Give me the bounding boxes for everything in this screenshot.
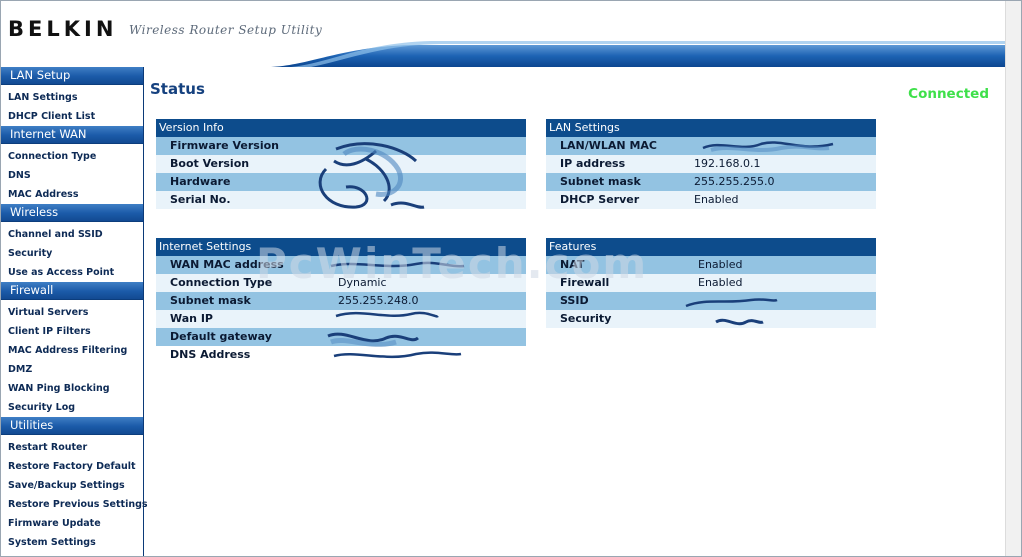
help-link[interactable]: Help [715, 86, 744, 101]
row-label: IP address [560, 157, 626, 170]
sidebar-item-dhcp-client-list[interactable]: DHCP Client List [1, 107, 143, 126]
sidebar-item-client-ip-filters[interactable]: Client IP Filters [1, 322, 143, 341]
logout-link[interactable]: Logout [752, 86, 795, 101]
row-label: Subnet mask [170, 294, 251, 307]
redaction-scribble [702, 141, 834, 152]
sidebar-item-security[interactable]: Security [1, 244, 143, 263]
header-nav: Home |Help |Logout Internet Status:Conne… [669, 86, 989, 102]
belkin-logo: BELKIN [8, 17, 118, 41]
sidebar-section-wireless: Wireless [1, 204, 143, 222]
sidebar-item-restart-router[interactable]: Restart Router [1, 438, 143, 457]
app-tagline: Wireless Router Setup Utility [129, 23, 323, 37]
sidebar-section-utilities: Utilities [1, 417, 143, 435]
header-banner: Home |Help |Logout Internet Status:Conne… [271, 41, 1005, 102]
row-label: Default gateway [170, 330, 272, 343]
row-label: Serial No. [170, 193, 231, 206]
header: BELKIN Wireless Router Setup Utility Hom… [1, 1, 1005, 102]
sidebar-item-security-log[interactable]: Security Log [1, 398, 143, 417]
row-label: Wan IP [170, 312, 213, 325]
row-label: DHCP Server [560, 193, 640, 206]
sidebar-item-restore-factory[interactable]: Restore Factory Default [1, 457, 143, 476]
vertical-scrollbar[interactable] [1005, 1, 1021, 556]
sidebar-item-channel-ssid[interactable]: Channel and SSID [1, 225, 143, 244]
row-value: Enabled [694, 193, 739, 206]
row-label: DNS Address [170, 348, 251, 361]
watermark: PcWinTech.com [256, 239, 649, 288]
sidebar-item-access-point[interactable]: Use as Access Point [1, 263, 143, 282]
row-label: LAN/WLAN MAC [560, 139, 657, 152]
row-value: Enabled [698, 276, 743, 289]
table-row: Subnet mask 255.255.255.0 [546, 173, 876, 191]
row-value: Enabled [698, 258, 743, 271]
table-row: DHCP Server Enabled [546, 191, 876, 209]
redaction-scribble [685, 298, 778, 326]
sidebar-item-system-settings[interactable]: System Settings [1, 533, 143, 552]
table-row: IP address 192.168.0.1 [546, 155, 876, 173]
panel-title: LAN Settings [546, 119, 876, 137]
row-label: Security [560, 312, 612, 325]
row-value: 192.168.0.1 [694, 157, 761, 170]
sidebar-item-mac-filtering[interactable]: MAC Address Filtering [1, 341, 143, 360]
redaction-scribble [318, 142, 425, 209]
sidebar-item-save-backup[interactable]: Save/Backup Settings [1, 476, 143, 495]
panel-title: Version Info [156, 119, 526, 137]
sidebar: LAN Setup LAN Settings DHCP Client List … [1, 67, 148, 556]
lan-settings-panel: LAN Settings LAN/WLAN MAC IP address 192.… [546, 119, 876, 209]
sidebar-item-mac-address[interactable]: MAC Address [1, 185, 143, 204]
row-label: Firmware Version [170, 139, 279, 152]
internet-status-value: Connected [908, 86, 989, 102]
sidebar-item-dns[interactable]: DNS [1, 166, 143, 185]
sidebar-item-lan-settings[interactable]: LAN Settings [1, 88, 143, 107]
row-label: Subnet mask [560, 175, 641, 188]
sidebar-item-firmware-update[interactable]: Firmware Update [1, 514, 143, 533]
row-label: Boot Version [170, 157, 250, 170]
sidebar-item-connection-type[interactable]: Connection Type [1, 147, 143, 166]
sidebar-item-virtual-servers[interactable]: Virtual Servers [1, 303, 143, 322]
internet-status-label: Internet Status: [810, 86, 909, 101]
home-link[interactable]: Home [670, 86, 707, 101]
sidebar-section-firewall: Firewall [1, 282, 143, 300]
version-info-panel: Version Info Firmware Version Boot Versi… [156, 119, 526, 209]
row-label: SSID [560, 294, 589, 307]
sidebar-section-internet-wan: Internet WAN [1, 126, 143, 144]
sidebar-item-restore-previous[interactable]: Restore Previous Settings [1, 495, 148, 514]
router-admin-window: BELKIN Wireless Router Setup Utility Hom… [0, 0, 1022, 557]
sidebar-item-wan-ping-blocking[interactable]: WAN Ping Blocking [1, 379, 143, 398]
row-value: 255.255.255.0 [694, 175, 775, 188]
sidebar-item-dmz[interactable]: DMZ [1, 360, 143, 379]
sidebar-section-lan-setup: LAN Setup [1, 67, 143, 85]
banner-swoosh [271, 41, 1005, 67]
page-title: Status [150, 80, 205, 98]
row-label: Hardware [170, 175, 231, 188]
